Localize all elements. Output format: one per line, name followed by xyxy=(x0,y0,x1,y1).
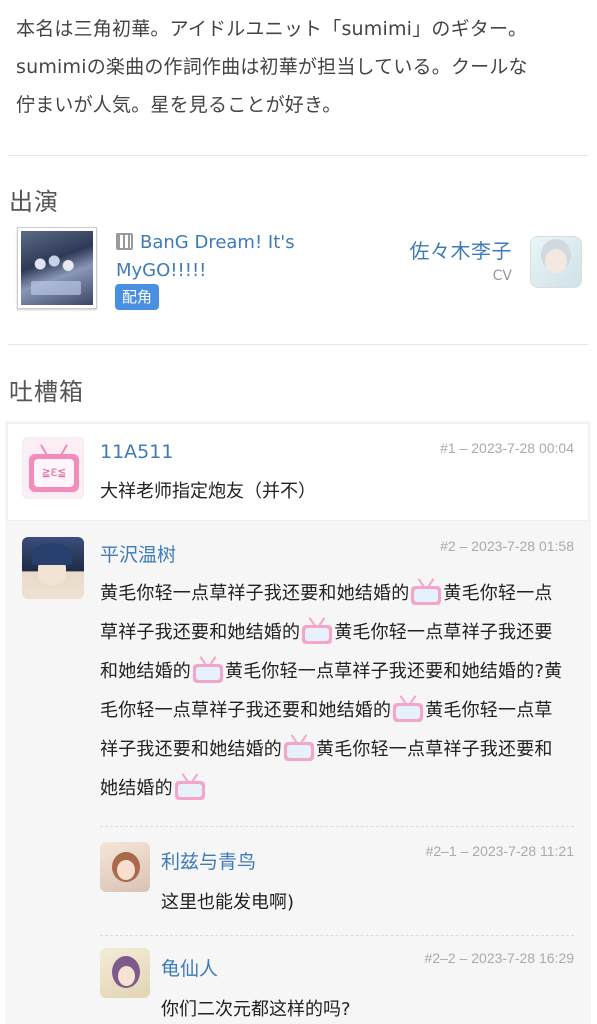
user-avatar[interactable] xyxy=(22,537,84,599)
comment-text-segment: 黄毛你轻一点草祥子我还要和她结婚的 xyxy=(100,583,410,604)
cast-section-title: 出演 xyxy=(9,188,59,216)
bilibili-tv-emoji-icon xyxy=(174,772,206,800)
user-avatar[interactable]: ≧ε≦ xyxy=(22,437,84,499)
reply-text: 你们二次元都这样的吗? xyxy=(161,999,351,1020)
bilibili-tv-emoji-icon xyxy=(192,655,224,683)
bilibili-tv-emoji-icon xyxy=(392,694,424,722)
description-line: 本名は三角初華。アイドルユニット「sumimi」のギター。 xyxy=(16,18,528,40)
bilibili-tv-emoji-icon xyxy=(283,733,315,761)
reply-meta[interactable]: #2–2 – 2023-7-28 16:29 xyxy=(425,950,574,966)
comment-text: 黄毛你轻一点草祥子我还要和她结婚的 黄毛你轻一点草祥子我还要和她结婚的 黄毛你轻一点… xyxy=(100,574,570,808)
reply-meta[interactable]: #2–1 – 2023-7-28 11:21 xyxy=(426,843,574,859)
cv-label: CV xyxy=(492,268,512,284)
reply-username[interactable]: 龟仙人 xyxy=(161,954,218,981)
character-description: 本名は三角初華。アイドルユニット「sumimi」のギター。 sumimiの楽曲の… xyxy=(16,10,588,124)
comment-username[interactable]: 11A511 xyxy=(100,441,173,463)
reply-divider xyxy=(100,935,574,936)
section-divider xyxy=(8,344,588,345)
bilibili-tv-emoji-icon xyxy=(410,577,442,605)
reply-divider xyxy=(100,826,574,827)
comment-post xyxy=(7,423,589,521)
description-line: 佇まいが人気。星を見ることが好き。 xyxy=(16,94,342,116)
user-avatar[interactable] xyxy=(100,948,150,998)
role-badge: 配角 xyxy=(115,284,160,310)
reply-text: 这里也能发电啊) xyxy=(161,892,295,913)
avatar-face-text: ≧ε≦ xyxy=(34,459,74,487)
comments-section-title: 吐槽箱 xyxy=(9,378,84,406)
comment-meta[interactable]: #2 – 2023-7-28 01:58 xyxy=(440,538,574,554)
bilibili-tv-emoji-icon xyxy=(301,616,333,644)
comment-text: 大祥老师指定炮友（并不） xyxy=(100,481,316,502)
work-title-link[interactable]: BanG Dream! It's MyGO!!!!! xyxy=(116,229,316,285)
reply-username[interactable]: 利兹与青鸟 xyxy=(161,847,256,874)
comment-meta[interactable]: #1 – 2023-7-28 00:04 xyxy=(440,440,574,456)
user-avatar[interactable] xyxy=(100,842,150,892)
work-cover-image[interactable] xyxy=(17,227,97,309)
voice-actor-avatar[interactable] xyxy=(530,236,582,288)
voice-actor-link[interactable]: 佐々木李子 xyxy=(410,235,513,264)
section-divider xyxy=(8,155,588,156)
description-line: sumimiの楽曲の作詞作曲は初華が担当している。クールな xyxy=(16,56,528,78)
comment-username[interactable]: 平沢温树 xyxy=(100,540,176,567)
